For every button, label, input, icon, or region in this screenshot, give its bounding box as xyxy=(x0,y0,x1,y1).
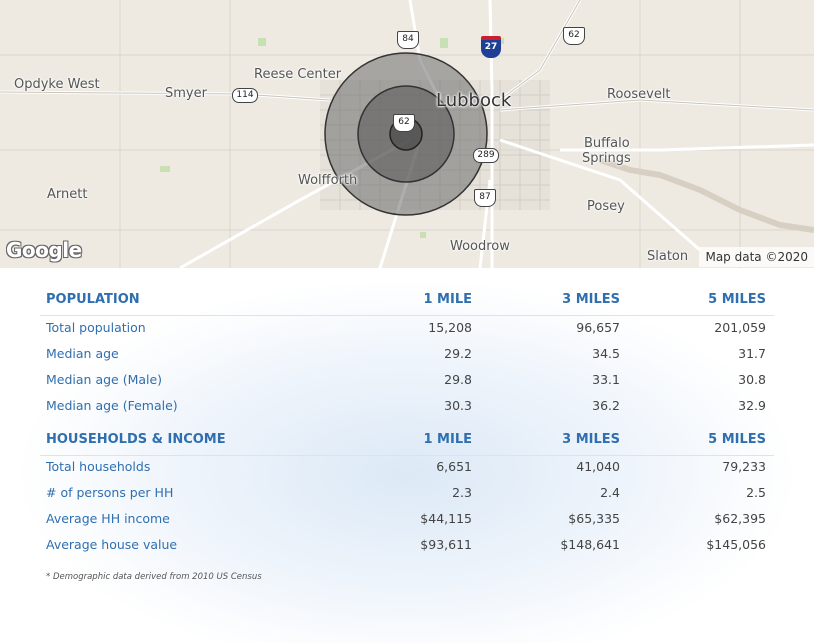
value-5-miles: 2.5 xyxy=(746,485,766,500)
table-row: Total households 6,651 41,040 79,233 xyxy=(40,454,774,480)
table-row: # of persons per HH 2.3 2.4 2.5 xyxy=(40,480,774,506)
population-header: POPULATION 1 MILE 3 MILES 5 MILES xyxy=(40,285,774,316)
value-3-miles: 36.2 xyxy=(592,398,620,413)
value-1-mile: 29.8 xyxy=(444,372,472,387)
footnote: * Demographic data derived from 2010 US … xyxy=(46,572,262,582)
google-logo[interactable]: Google xyxy=(6,238,82,262)
map-label-wolfforth: Wolfforth xyxy=(298,173,358,188)
value-5-miles: 30.8 xyxy=(738,372,766,387)
map-label-buffalo: Buffalo xyxy=(584,136,630,151)
households-heading: HOUSEHOLDS & INCOME xyxy=(46,432,226,447)
column-header-5-miles: 5 MILES xyxy=(708,432,766,447)
map-label-roosevelt: Roosevelt xyxy=(607,87,671,102)
map-label-smyer: Smyer xyxy=(165,86,207,101)
map-label-opdyke-west: Opdyke West xyxy=(14,77,100,92)
route-shield-us62-east: 62 xyxy=(563,27,585,45)
row-label: Median age (Male) xyxy=(46,372,163,387)
table-row: Total population 15,208 96,657 201,059 xyxy=(40,315,774,341)
map-label-lubbock: Lubbock xyxy=(436,90,512,111)
column-header-3-miles: 3 MILES xyxy=(562,432,620,447)
column-header-5-miles: 5 MILES xyxy=(708,292,766,307)
value-5-miles: 201,059 xyxy=(714,320,766,335)
table-row: Median age (Male) 29.8 33.1 30.8 xyxy=(40,367,774,393)
value-3-miles: $148,641 xyxy=(560,537,620,552)
value-1-mile: $44,115 xyxy=(420,511,472,526)
route-shield-tx114: 114 xyxy=(232,88,258,103)
row-label: Average HH income xyxy=(46,511,170,526)
map-label-slaton: Slaton xyxy=(647,249,689,264)
demographics-panel: POPULATION 1 MILE 3 MILES 5 MILES Total … xyxy=(0,268,814,643)
value-5-miles: 79,233 xyxy=(722,459,766,474)
table-row: Average HH income $44,115 $65,335 $62,39… xyxy=(40,506,774,532)
table-row: Median age 29.2 34.5 31.7 xyxy=(40,341,774,367)
value-3-miles: 34.5 xyxy=(592,346,620,361)
value-3-miles: 33.1 xyxy=(592,372,620,387)
column-header-1-mile: 1 MILE xyxy=(423,292,472,307)
route-shield-i27: 27 xyxy=(481,36,501,58)
row-label: Median age xyxy=(46,346,119,361)
route-shield-us62-center: 62 xyxy=(393,114,415,132)
column-header-1-mile: 1 MILE xyxy=(423,432,472,447)
map-label-springs: Springs xyxy=(582,151,631,166)
value-1-mile: 29.2 xyxy=(444,346,472,361)
row-label: Average house value xyxy=(46,537,178,552)
households-header: HOUSEHOLDS & INCOME 1 MILE 3 MILES 5 MIL… xyxy=(40,425,774,456)
value-5-miles: $62,395 xyxy=(714,511,766,526)
value-1-mile: 15,208 xyxy=(428,320,472,335)
value-5-miles: $145,056 xyxy=(706,537,766,552)
map-credit[interactable]: Map data ©2020 xyxy=(699,247,814,267)
value-1-mile: 6,651 xyxy=(436,459,472,474)
map[interactable]: Opdyke West Smyer Reese Center Lubbock R… xyxy=(0,0,814,269)
value-3-miles: 2.4 xyxy=(600,485,620,500)
table-row: Average house value $93,611 $148,641 $14… xyxy=(40,532,774,558)
route-shield-us84: 84 xyxy=(397,31,419,49)
value-5-miles: 31.7 xyxy=(738,346,766,361)
row-label: Median age (Female) xyxy=(46,398,178,413)
value-3-miles: 96,657 xyxy=(576,320,620,335)
table-row: Median age (Female) 30.3 36.2 32.9 xyxy=(40,393,774,419)
value-3-miles: $65,335 xyxy=(568,511,620,526)
value-1-mile: $93,611 xyxy=(420,537,472,552)
map-label-reese-center: Reese Center xyxy=(254,67,342,82)
value-1-mile: 30.3 xyxy=(444,398,472,413)
row-label: Total households xyxy=(46,459,151,474)
population-heading: POPULATION xyxy=(46,292,140,307)
route-shield-loop289: 289 xyxy=(473,148,499,163)
route-shield-us87: 87 xyxy=(474,189,496,207)
value-5-miles: 32.9 xyxy=(738,398,766,413)
map-label-arnett: Arnett xyxy=(47,187,88,202)
map-label-posey: Posey xyxy=(587,199,625,214)
value-1-mile: 2.3 xyxy=(452,485,472,500)
value-3-miles: 41,040 xyxy=(576,459,620,474)
row-label: Total population xyxy=(46,320,146,335)
map-label-woodrow: Woodrow xyxy=(450,239,510,254)
row-label: # of persons per HH xyxy=(46,485,174,500)
column-header-3-miles: 3 MILES xyxy=(562,292,620,307)
